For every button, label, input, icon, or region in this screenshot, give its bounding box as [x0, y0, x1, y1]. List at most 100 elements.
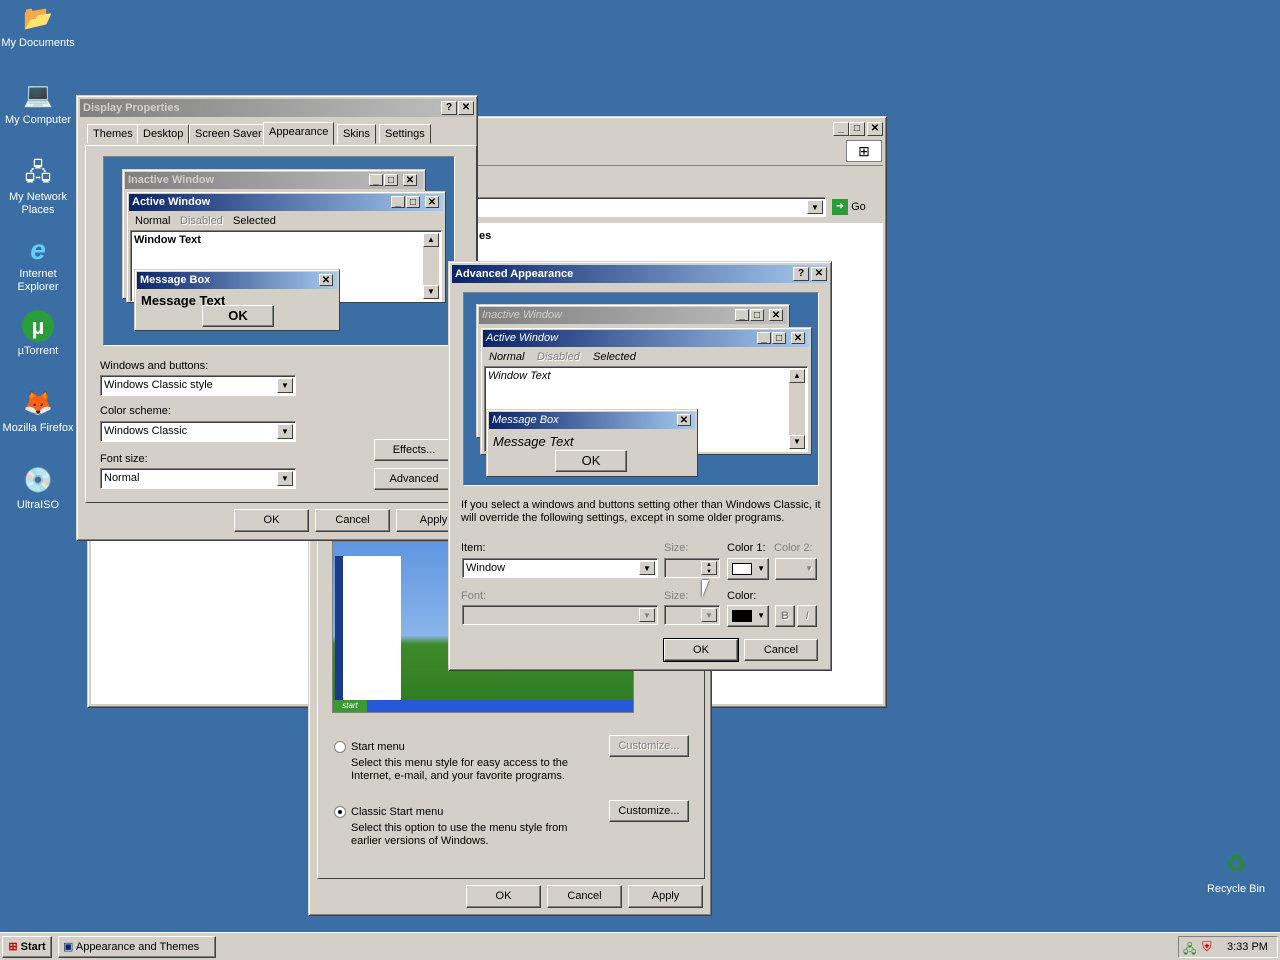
color2-picker[interactable]: ▼: [775, 558, 817, 580]
maximize-icon: □: [772, 332, 786, 344]
preview-inactive-title: Inactive Window: [128, 174, 215, 186]
desktop-icon-my-documents[interactable]: 📂 My Documents: [0, 2, 76, 50]
go-label: Go: [851, 201, 866, 213]
radio-dot: [338, 810, 342, 814]
folder-icon: 📂: [23, 4, 53, 32]
font-select[interactable]: ▼: [462, 605, 658, 625]
close-icon: ✕: [403, 174, 417, 186]
minimize-icon: _: [735, 309, 749, 321]
font-size-select[interactable]: ▼: [664, 605, 720, 625]
recycle-bin-icon: ♻: [1225, 850, 1247, 878]
desktop-icon-my-network-places[interactable]: 🖧 My Network Places: [0, 156, 76, 217]
advanced-button[interactable]: Advanced: [374, 468, 454, 490]
bold-toggle[interactable]: B: [775, 605, 795, 627]
help-button[interactable]: ?: [441, 101, 457, 115]
desktop-icon-label: Mozilla Firefox: [2, 422, 74, 434]
preview-start-panel: [335, 556, 401, 702]
customize-classic-button[interactable]: Customize...: [609, 800, 689, 822]
size-spinner[interactable]: ▲ ▼: [664, 558, 720, 578]
close-button[interactable]: ✕: [867, 122, 883, 136]
font-size-select[interactable]: Normal ▼: [100, 468, 296, 489]
customize-start-menu-button[interactable]: Customize...: [609, 735, 689, 757]
chevron-down-icon[interactable]: ▼: [639, 608, 655, 622]
chevron-down-icon[interactable]: ▼: [701, 608, 717, 622]
windows-flag-icon: ⊞: [8, 941, 18, 953]
windows-buttons-select[interactable]: Windows Classic style ▼: [100, 375, 296, 396]
display-properties-window: Display Properties ? ✕ Themes Desktop Sc…: [76, 95, 478, 541]
tab-skins[interactable]: Skins: [337, 124, 376, 144]
tab-appearance[interactable]: Appearance: [263, 122, 335, 145]
chevron-down-icon[interactable]: ▼: [277, 471, 293, 486]
maximize-icon: □: [750, 309, 764, 321]
color1-picker[interactable]: ▼: [727, 558, 769, 580]
minimize-icon: _: [391, 196, 405, 208]
help-button[interactable]: ?: [793, 267, 809, 281]
close-button[interactable]: ✕: [811, 267, 827, 281]
font-color-picker[interactable]: ▼: [727, 605, 769, 627]
classic-start-menu-radio[interactable]: [334, 806, 346, 818]
scroll-up-icon: ▲: [423, 233, 439, 247]
tab-themes[interactable]: Themes: [87, 124, 139, 144]
tab-screen-saver[interactable]: Screen Saver: [189, 124, 268, 144]
cancel-button[interactable]: Cancel: [315, 509, 390, 532]
windows-buttons-value: Windows Classic style: [104, 379, 213, 391]
advanced-appearance-titlebar[interactable]: Advanced Appearance: [452, 265, 828, 283]
start-button[interactable]: ⊞ Start: [2, 936, 52, 958]
taskbar-item-appearance-themes[interactable]: ▣ Appearance and Themes: [58, 936, 216, 958]
font-color-label: Color:: [727, 590, 757, 602]
minimize-icon: _: [369, 174, 383, 186]
item-select[interactable]: Window ▼: [462, 558, 658, 578]
preview-window-text: Window Text: [134, 234, 201, 246]
tab-desktop[interactable]: Desktop: [137, 124, 190, 144]
ok-button[interactable]: OK: [234, 509, 309, 532]
chevron-down-icon[interactable]: ▼: [277, 378, 293, 393]
italic-toggle[interactable]: I: [797, 605, 817, 627]
desktop-icon-ultraiso[interactable]: 💿 UltraISO: [0, 464, 76, 512]
maximize-button[interactable]: □: [849, 122, 865, 136]
start-menu-radio[interactable]: [334, 741, 346, 753]
preview-msgbox-title: Message Box: [140, 274, 211, 286]
ok-button[interactable]: OK: [466, 885, 541, 908]
desktop-icon-internet-explorer[interactable]: e Internet Explorer: [0, 233, 76, 294]
desktop-icon-recycle-bin[interactable]: ♻ Recycle Bin: [1198, 848, 1274, 896]
window-icon: ▣: [63, 941, 74, 953]
preview-menu-normal: Normal: [489, 351, 525, 363]
spinner-arrows-icon[interactable]: ▲ ▼: [701, 561, 717, 575]
color1-label: Color 1:: [727, 542, 766, 554]
preview-message-box: Message Box ✕ Message Text OK: [134, 269, 340, 331]
network-tray-icon[interactable]: 🖧: [1183, 940, 1196, 960]
cancel-button[interactable]: Cancel: [547, 885, 622, 908]
cancel-button[interactable]: Cancel: [744, 639, 818, 661]
color1-swatch: [732, 563, 752, 575]
desktop-icon-label: My Network Places: [8, 191, 68, 216]
effects-button[interactable]: Effects...: [374, 439, 454, 461]
chevron-down-icon: ▼: [757, 564, 765, 573]
desktop-icon-my-computer[interactable]: 💻 My Computer: [0, 79, 76, 127]
desktop-icon-mozilla-firefox[interactable]: 🦊 Mozilla Firefox: [0, 387, 76, 435]
ok-button[interactable]: OK: [663, 638, 739, 662]
disc-icon: 💿: [23, 466, 53, 494]
preview-active-title: Active Window: [132, 196, 211, 208]
chevron-down-icon[interactable]: ▼: [277, 424, 293, 439]
firefox-icon: 🦊: [23, 389, 53, 417]
security-shield-icon[interactable]: ⛨: [1202, 939, 1212, 955]
color-scheme-select[interactable]: Windows Classic ▼: [100, 421, 296, 442]
close-button[interactable]: ✕: [458, 101, 474, 115]
minimize-button[interactable]: _: [833, 122, 849, 136]
advanced-info-text: If you select a windows and buttons sett…: [461, 499, 821, 524]
tab-settings[interactable]: Settings: [379, 124, 431, 144]
clock[interactable]: 3:33 PM: [1227, 941, 1268, 953]
desktop-icon-utorrent[interactable]: µ µTorrent: [0, 310, 76, 358]
color-scheme-label: Color scheme:: [100, 405, 171, 417]
chevron-down-icon[interactable]: ▼: [639, 561, 655, 575]
apply-button[interactable]: Apply: [628, 885, 703, 908]
display-properties-titlebar[interactable]: Display Properties: [80, 99, 474, 117]
go-button[interactable]: ➜ Go: [832, 197, 876, 217]
windows-buttons-label: Windows and buttons:: [100, 360, 209, 372]
address-input[interactable]: ▼: [476, 197, 826, 217]
desktop-icon-label: UltraISO: [16, 499, 60, 511]
preview-msgbox-titlebar: Message Box: [137, 272, 337, 289]
font-size-label: Size:: [664, 590, 689, 602]
preview-menu-selected: Selected: [233, 215, 276, 227]
chevron-down-icon[interactable]: ▼: [807, 200, 823, 214]
